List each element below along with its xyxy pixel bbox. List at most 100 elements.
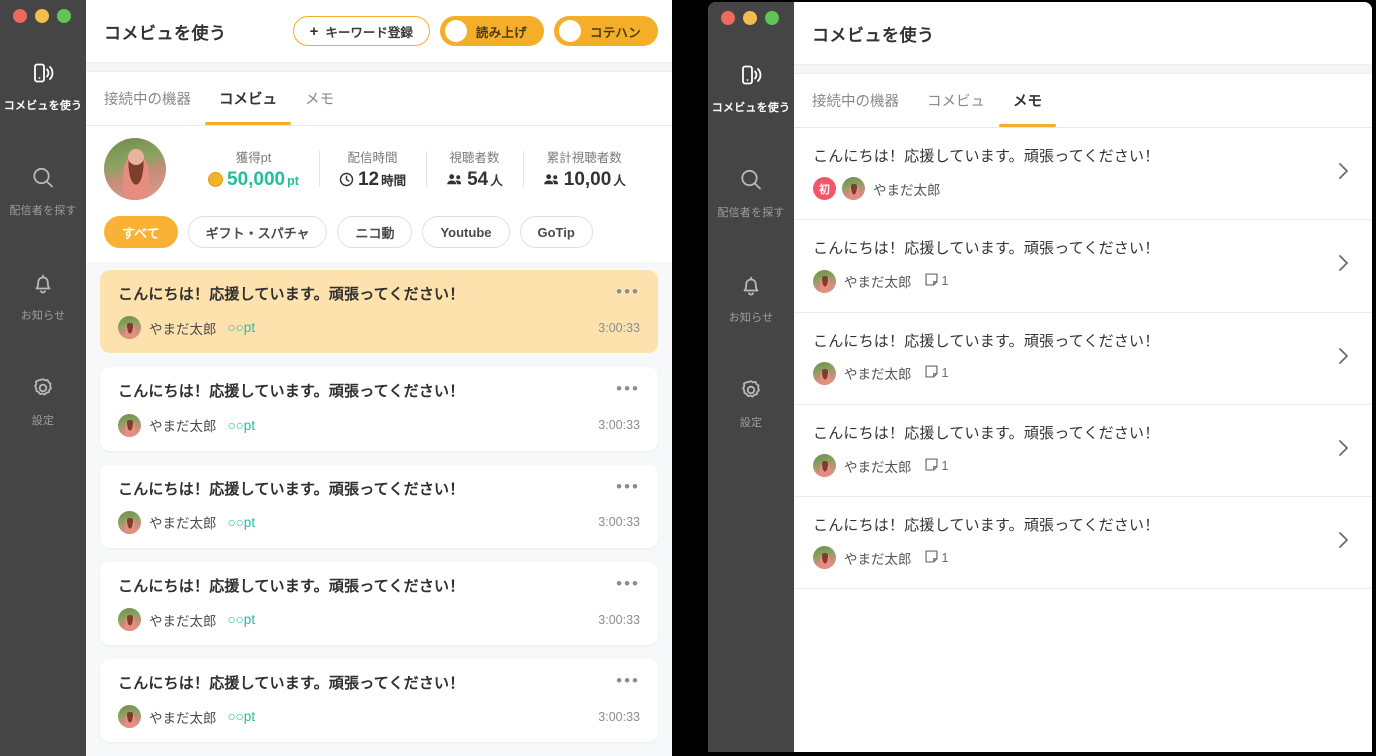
read-aloud-label: 読み上げ	[476, 22, 527, 41]
memo-content: こんにちは！応援しています。頑張ってください！ 初 やまだ太郎	[813, 147, 1323, 200]
minimize-button[interactable]	[35, 9, 49, 23]
chip-youtube[interactable]: Youtube	[422, 216, 509, 248]
tab-connected-devices[interactable]: 接続中の機器	[812, 74, 913, 127]
more-options-icon[interactable]: •••	[604, 285, 640, 299]
comment-timestamp: 3:00:33	[598, 418, 640, 432]
kotehan-toggle[interactable]: コテハン	[554, 16, 658, 46]
memo-text: こんにちは！応援しています。頑張ってください！	[813, 239, 1323, 259]
chevron-right-icon[interactable]	[1337, 438, 1350, 463]
sidebar-item-label: コメビュを使う	[712, 99, 790, 115]
stat-value: 10,00 人	[543, 169, 626, 191]
avatar	[118, 316, 141, 339]
comment-card[interactable]: こんにちは！応援しています。頑張ってください！ ••• やまだ太郎 ○○pt 3…	[100, 562, 658, 645]
chip-nicodo[interactable]: ニコ動	[337, 216, 412, 248]
people-icon	[543, 172, 560, 187]
page-title: コメビュを使う	[812, 21, 935, 46]
chip-label: GoTip	[538, 225, 575, 240]
memo-row[interactable]: こんにちは！応援しています。頑張ってください！ やまだ太郎 1	[794, 220, 1372, 312]
stat-label: 累計視聴者数	[543, 147, 626, 166]
tab-connected-devices[interactable]: 接続中の機器	[104, 72, 205, 125]
people-icon	[446, 172, 463, 187]
minimize-button[interactable]	[743, 11, 757, 25]
main-content-right: コメビュを使う 接続中の機器 コメビュ メモ こんにちは！応援しています。頑張っ…	[794, 2, 1372, 752]
more-options-icon[interactable]: •••	[604, 577, 640, 591]
note-icon	[924, 549, 939, 567]
memo-text: こんにちは！応援しています。頑張ってください！	[813, 424, 1323, 444]
chip-label: ニコ動	[355, 223, 394, 242]
memo-row[interactable]: こんにちは！応援しています。頑張ってください！ やまだ太郎 1	[794, 497, 1372, 589]
tab-comebyu[interactable]: コメビュ	[205, 72, 291, 125]
toggle-knob-icon	[559, 20, 581, 42]
close-button[interactable]	[721, 11, 735, 25]
comment-card[interactable]: こんにちは！応援しています。頑張ってください！ ••• やまだ太郎 ○○pt 3…	[100, 659, 658, 742]
stat-total-viewers: 累計視聴者数 10,00 人	[523, 147, 646, 191]
toggle-knob-icon	[445, 20, 467, 42]
memo-list[interactable]: こんにちは！応援しています。頑張ってください！ 初 やまだ太郎 こんにちは！応援…	[794, 128, 1372, 752]
tab-label: 接続中の機器	[104, 88, 191, 109]
sidebar-item-comebyu[interactable]: コメビュを使う	[0, 56, 86, 113]
memo-row[interactable]: こんにちは！応援しています。頑張ってください！ やまだ太郎 1	[794, 405, 1372, 497]
memo-content: こんにちは！応援しています。頑張ってください！ やまだ太郎 1	[813, 424, 1323, 477]
comment-text: こんにちは！応援しています。頑張ってください！	[118, 480, 464, 500]
comment-card[interactable]: こんにちは！応援しています。頑張ってください！ ••• やまだ太郎 ○○pt 3…	[100, 465, 658, 548]
comment-card[interactable]: こんにちは！応援しています。頑張ってください！ ••• やまだ太郎 ○○pt 3…	[100, 270, 658, 353]
stat-unit: pt	[287, 174, 299, 188]
sidebar-item-label: 配信者を探す	[717, 204, 784, 220]
sidebar-item-search[interactable]: 配信者を探す	[708, 163, 794, 220]
sidebar-right: コメビュを使う 配信者を探す お知らせ	[708, 2, 794, 752]
read-aloud-toggle[interactable]: 読み上げ	[440, 16, 544, 46]
comment-card[interactable]: こんにちは！応援しています。頑張ってください！ ••• やまだ太郎 ○○pt 3…	[100, 367, 658, 450]
close-button[interactable]	[13, 9, 27, 23]
comment-timestamp: 3:00:33	[598, 710, 640, 724]
tab-label: コメビュ	[219, 88, 277, 109]
chevron-right-icon[interactable]	[1337, 346, 1350, 371]
tab-memo[interactable]: メモ	[999, 74, 1056, 127]
stat-viewers: 視聴者数 54 人	[426, 147, 523, 191]
tab-memo[interactable]: メモ	[291, 72, 348, 125]
comment-username: やまだ太郎	[149, 707, 217, 727]
chevron-right-icon[interactable]	[1337, 161, 1350, 186]
memo-meta: やまだ太郎 1	[813, 454, 1323, 477]
sidebar-item-settings[interactable]: 設定	[0, 371, 86, 428]
more-options-icon[interactable]: •••	[604, 674, 640, 688]
sidebar-item-settings[interactable]: 設定	[708, 373, 794, 430]
sidebar-item-notifications[interactable]: お知らせ	[0, 266, 86, 323]
chip-gotip[interactable]: GoTip	[520, 216, 593, 248]
note-count-value: 1	[942, 551, 949, 565]
memo-meta: やまだ太郎 1	[813, 270, 1323, 293]
sidebar-item-notifications[interactable]: お知らせ	[708, 268, 794, 325]
main-content-left: コメビュを使う + キーワード登録 読み上げ コテハン	[86, 0, 672, 756]
keyword-register-button[interactable]: + キーワード登録	[293, 16, 430, 46]
memo-row[interactable]: こんにちは！応援しています。頑張ってください！ やまだ太郎 1	[794, 313, 1372, 405]
maximize-button[interactable]	[57, 9, 71, 23]
sidebar-item-comebyu[interactable]: コメビュを使う	[708, 58, 794, 115]
stats-row: 獲得pt 50,000 pt 配信時間	[86, 126, 672, 210]
chip-all[interactable]: すべて	[104, 216, 178, 248]
more-options-icon[interactable]: •••	[604, 480, 640, 494]
tabbar-right: 接続中の機器 コメビュ メモ	[794, 74, 1372, 128]
chevron-right-icon[interactable]	[1337, 530, 1350, 555]
stat-unit: 人	[490, 170, 503, 189]
memo-username: やまだ太郎	[844, 548, 912, 568]
stat-stream-duration: 配信時間 12 時間	[319, 147, 426, 191]
comment-header: こんにちは！応援しています。頑張ってください！ •••	[118, 285, 640, 305]
coin-icon	[208, 172, 223, 187]
chip-gift-supa[interactable]: ギフト・スパチャ	[188, 216, 328, 248]
plus-icon: +	[310, 24, 319, 39]
kotehan-label: コテハン	[590, 22, 641, 41]
window-controls-left	[0, 0, 86, 32]
more-options-icon[interactable]: •••	[604, 382, 640, 396]
memo-username: やまだ太郎	[844, 456, 912, 476]
memo-meta: やまだ太郎 1	[813, 546, 1323, 569]
tab-label: メモ	[1013, 90, 1042, 111]
tab-label: 接続中の機器	[812, 90, 899, 111]
maximize-button[interactable]	[765, 11, 779, 25]
chevron-right-icon[interactable]	[1337, 253, 1350, 278]
stat-cells: 獲得pt 50,000 pt 配信時間	[188, 147, 646, 191]
memo-row[interactable]: こんにちは！応援しています。頑張ってください！ 初 やまだ太郎	[794, 128, 1372, 220]
stat-label: 獲得pt	[208, 147, 299, 166]
tab-comebyu[interactable]: コメビュ	[913, 74, 999, 127]
comment-list[interactable]: こんにちは！応援しています。頑張ってください！ ••• やまだ太郎 ○○pt 3…	[86, 262, 672, 756]
sidebar-item-search[interactable]: 配信者を探す	[0, 161, 86, 218]
gear-icon	[734, 373, 768, 407]
